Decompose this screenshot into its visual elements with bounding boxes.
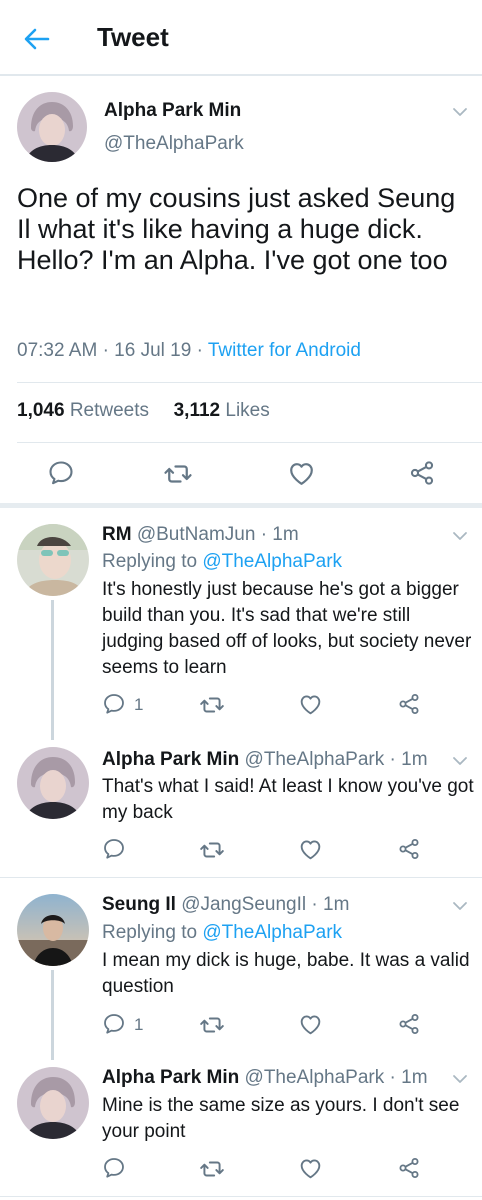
reply-time: 1m bbox=[401, 749, 428, 770]
author-handle[interactable]: @TheAlphaPark bbox=[104, 133, 244, 155]
page-title: Tweet bbox=[97, 22, 169, 52]
reply-count: 1 bbox=[134, 695, 144, 714]
divider bbox=[17, 442, 482, 443]
avatar[interactable] bbox=[17, 747, 89, 819]
chevron-down-icon[interactable] bbox=[452, 528, 468, 544]
reply-text: Mine is the same size as yours. I don't … bbox=[102, 1095, 460, 1142]
avatar[interactable] bbox=[17, 524, 89, 596]
tweet-stats: 1,046 Retweets 3,112 Likes bbox=[17, 400, 270, 422]
section-divider bbox=[0, 503, 482, 508]
like-icon[interactable] bbox=[298, 1156, 323, 1181]
author-name[interactable]: Alpha Park Min bbox=[102, 1067, 239, 1088]
reply-icon[interactable] bbox=[47, 459, 75, 487]
replying-to: Replying to @TheAlphaPark bbox=[102, 551, 343, 572]
reply-icon[interactable] bbox=[102, 692, 126, 716]
reply-time: 1m bbox=[401, 1067, 428, 1088]
tweet-meta: 07:32 AM · 16 Jul 19 · Twitter for Andro… bbox=[17, 340, 361, 361]
divider bbox=[0, 1196, 482, 1197]
author-handle[interactable]: @TheAlphaPark bbox=[245, 1067, 385, 1088]
back-arrow-icon[interactable] bbox=[22, 24, 52, 54]
tweet-date: 16 Jul 19 bbox=[114, 340, 192, 361]
like-icon[interactable] bbox=[298, 837, 323, 862]
reply-count: 1 bbox=[134, 1015, 144, 1034]
tweet-time: 07:32 AM bbox=[17, 340, 98, 361]
tweet-actions bbox=[0, 456, 482, 490]
replying-to: Replying to @TheAlphaPark bbox=[102, 922, 343, 943]
reply-header: RM @ButNamJun · 1m bbox=[102, 524, 299, 545]
retweet-icon[interactable] bbox=[199, 1156, 225, 1182]
author-name[interactable]: Seung Il bbox=[102, 894, 176, 915]
chevron-down-icon[interactable] bbox=[452, 898, 468, 914]
reply-icon[interactable] bbox=[102, 1012, 126, 1036]
avatar[interactable] bbox=[17, 92, 87, 162]
top-bar: Tweet bbox=[0, 0, 482, 76]
retweets-stat[interactable]: 1,046 Retweets bbox=[17, 400, 149, 421]
retweet-icon[interactable] bbox=[199, 692, 225, 718]
tweet-text: One of my cousins just asked Seung Il wh… bbox=[17, 183, 456, 275]
reply-header: Seung Il @JangSeungIl · 1m bbox=[102, 894, 350, 915]
like-icon[interactable] bbox=[298, 692, 323, 717]
retweet-icon[interactable] bbox=[163, 459, 193, 489]
retweet-icon[interactable] bbox=[199, 837, 225, 863]
reply-icon[interactable] bbox=[102, 1156, 126, 1180]
author-handle[interactable]: @ButNamJun bbox=[137, 524, 256, 545]
chevron-down-icon[interactable] bbox=[452, 104, 468, 120]
replying-to-link[interactable]: @TheAlphaPark bbox=[202, 922, 342, 943]
reply-actions: 1 bbox=[0, 1012, 482, 1040]
like-icon[interactable] bbox=[287, 459, 316, 488]
reply-time: 1m bbox=[272, 524, 299, 545]
share-icon[interactable] bbox=[397, 1012, 421, 1036]
like-icon[interactable] bbox=[298, 1012, 323, 1037]
reply-header: Alpha Park Min @TheAlphaPark · 1m bbox=[102, 749, 428, 770]
reply-text: It's honestly just because he's got a bi… bbox=[102, 579, 472, 678]
author-handle[interactable]: @JangSeungIl bbox=[181, 894, 306, 915]
tweet-source-link[interactable]: Twitter for Android bbox=[208, 340, 361, 361]
divider bbox=[0, 877, 482, 878]
reply-time: 1m bbox=[323, 894, 350, 915]
reply-actions bbox=[0, 1156, 482, 1184]
avatar[interactable] bbox=[17, 1067, 89, 1139]
share-icon[interactable] bbox=[397, 837, 421, 861]
reply-header: Alpha Park Min @TheAlphaPark · 1m bbox=[102, 1067, 428, 1088]
reply-icon[interactable] bbox=[102, 837, 126, 861]
reply-text: I mean my dick is huge, babe. It was a v… bbox=[102, 950, 470, 997]
retweet-icon[interactable] bbox=[199, 1012, 225, 1038]
author-name[interactable]: Alpha Park Min bbox=[104, 100, 241, 122]
reply-actions bbox=[0, 837, 482, 865]
share-icon[interactable] bbox=[397, 1156, 421, 1180]
replying-to-link[interactable]: @TheAlphaPark bbox=[202, 551, 342, 572]
likes-stat[interactable]: 3,112 Likes bbox=[174, 400, 270, 421]
reply-text: That's what I said! At least I know you'… bbox=[102, 776, 474, 823]
author-handle[interactable]: @TheAlphaPark bbox=[245, 749, 385, 770]
share-icon[interactable] bbox=[397, 692, 421, 716]
avatar[interactable] bbox=[17, 894, 89, 966]
author-name[interactable]: RM bbox=[102, 524, 132, 545]
author-name[interactable]: Alpha Park Min bbox=[102, 749, 239, 770]
chevron-down-icon[interactable] bbox=[452, 1071, 468, 1087]
reply-actions: 1 bbox=[0, 692, 482, 720]
chevron-down-icon[interactable] bbox=[452, 753, 468, 769]
share-icon[interactable] bbox=[408, 459, 436, 487]
divider bbox=[17, 382, 482, 383]
